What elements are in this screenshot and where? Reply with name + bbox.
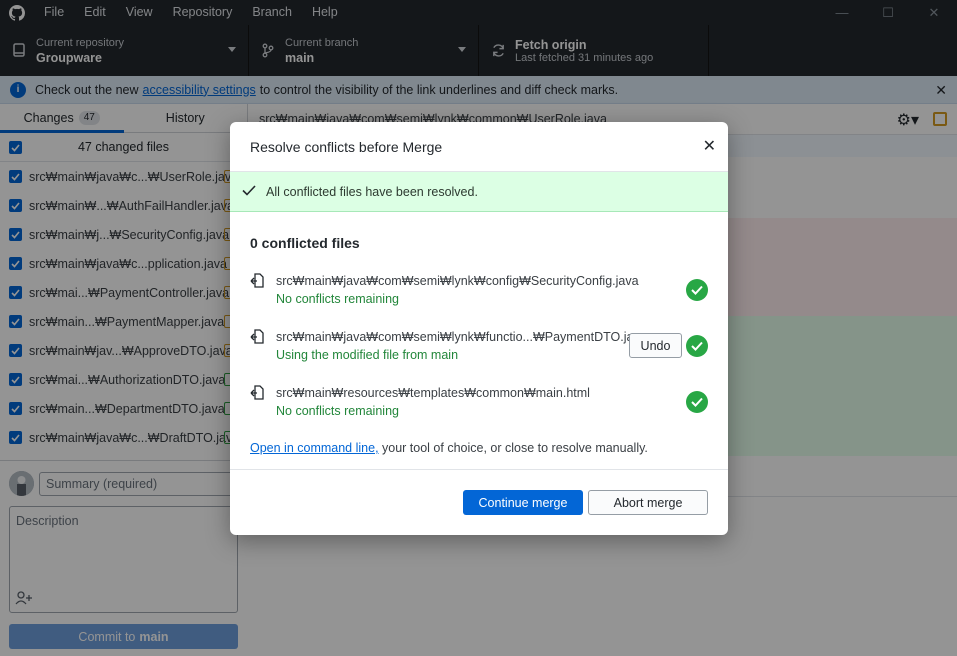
check-circle-icon [686,335,708,357]
conflict-file-row: src₩main₩java₩com₩semi₩lynk₩functio...₩P… [250,327,708,383]
file-diff-icon [250,329,266,348]
file-diff-icon [250,273,266,292]
command-line-rest: your tool of choice, or close to resolve… [378,441,648,455]
dialog-footer: Continue merge Abort merge [230,469,728,535]
conflict-file-status: No conflicts remaining [276,292,399,306]
check-circle-icon [686,279,708,301]
check-icon [242,184,256,199]
conflict-file-status: No conflicts remaining [276,404,399,418]
undo-button[interactable]: Undo [629,333,682,358]
merge-conflicts-dialog: Resolve conflicts before Merge ✕ All con… [230,122,728,535]
continue-merge-button[interactable]: Continue merge [463,490,583,515]
conflict-file-status: Using the modified file from main [276,348,459,362]
conflict-file-row: src₩main₩java₩com₩semi₩lynk₩config₩Secur… [250,271,708,327]
conflicted-count: 0 conflicted files [250,235,360,251]
conflict-file-path: src₩main₩resources₩templates₩common₩main… [276,386,590,400]
conflict-file-path: src₩main₩java₩com₩semi₩lynk₩functio...₩P… [276,330,647,344]
success-banner: All conflicted files have been resolved. [230,172,728,212]
check-circle-icon [686,391,708,413]
open-command-line-link[interactable]: Open in command line, [250,441,379,455]
conflict-file-path: src₩main₩java₩com₩semi₩lynk₩config₩Secur… [276,274,639,288]
conflict-file-row: src₩main₩resources₩templates₩common₩main… [250,383,708,439]
abort-merge-button[interactable]: Abort merge [588,490,708,515]
dialog-title: Resolve conflicts before Merge [250,138,443,155]
close-icon[interactable]: ✕ [703,136,716,156]
command-line-hint: Open in command line, your tool of choic… [250,441,708,455]
conflict-list: src₩main₩java₩com₩semi₩lynk₩config₩Secur… [250,271,708,439]
file-diff-icon [250,385,266,404]
success-message: All conflicted files have been resolved. [266,184,478,199]
